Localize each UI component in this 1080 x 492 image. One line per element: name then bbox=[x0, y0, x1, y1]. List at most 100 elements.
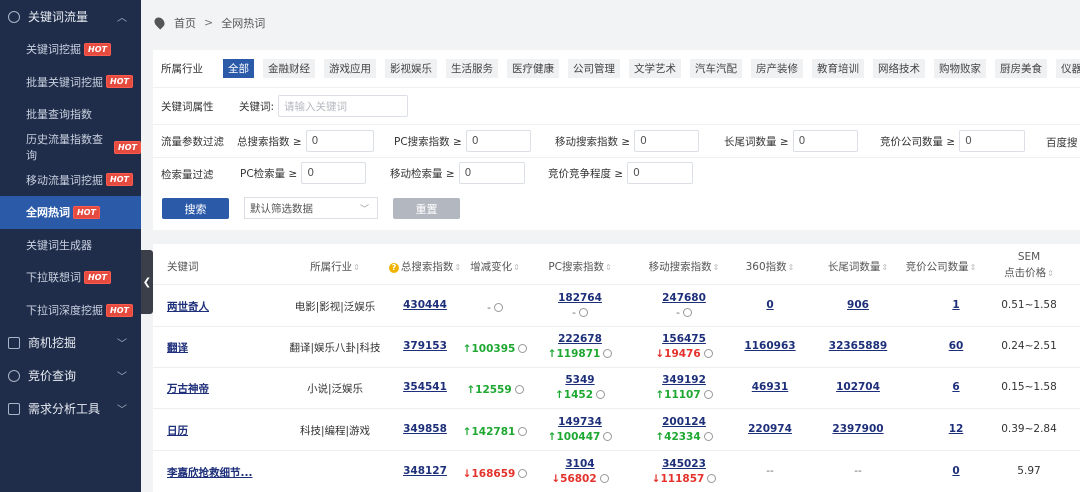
clock-icon[interactable] bbox=[493, 303, 503, 312]
index-360-link[interactable]: 220974 bbox=[748, 423, 792, 435]
sidebar-item[interactable]: 批量查询指数 bbox=[0, 98, 141, 131]
sort-icon[interactable]: ⇕ bbox=[788, 263, 795, 272]
sidebar-item[interactable]: 关键词生成器 bbox=[0, 229, 141, 262]
clock-icon[interactable] bbox=[703, 432, 713, 441]
industry-chip[interactable]: 公司管理 bbox=[568, 59, 620, 78]
industry-chip[interactable]: 购物败家 bbox=[934, 59, 986, 78]
keyword-link[interactable]: 翻译 bbox=[167, 340, 188, 355]
column-header[interactable]: SEM bbox=[999, 251, 1059, 263]
search-button[interactable]: 搜索 bbox=[162, 198, 229, 219]
mobile-index-link[interactable]: 345023 bbox=[662, 458, 706, 470]
mobile-index-link[interactable]: 200124 bbox=[662, 416, 706, 428]
clock-icon[interactable] bbox=[514, 385, 524, 394]
industry-chip[interactable]: 厨房美食 bbox=[995, 59, 1047, 78]
industry-chip[interactable]: 房产装修 bbox=[751, 59, 803, 78]
industry-chip[interactable]: 影视娱乐 bbox=[385, 59, 437, 78]
bid-degree-label: 竞价竞争程度 ≥ bbox=[548, 167, 624, 180]
keyword-input[interactable]: 请输入关键词 bbox=[278, 95, 409, 117]
longtail-input[interactable]: 0 bbox=[792, 130, 858, 152]
breadcrumb-home[interactable]: 首页 bbox=[174, 15, 196, 31]
industry-chip[interactable]: 金融财经 bbox=[263, 59, 315, 78]
longtail-link[interactable]: 32365889 bbox=[829, 340, 887, 352]
industry-chip[interactable]: 网络技术 bbox=[873, 59, 925, 78]
hot-badge: HOT bbox=[73, 205, 100, 219]
longtail-link[interactable]: 2397900 bbox=[832, 423, 883, 435]
table-cell: 149734 bbox=[525, 416, 635, 428]
sidebar-item[interactable]: 全网热词 HOT bbox=[0, 195, 141, 229]
bid-companies-link[interactable]: 60 bbox=[949, 340, 964, 352]
pc-index-link[interactable]: 3104 bbox=[565, 458, 594, 470]
clock-icon[interactable] bbox=[599, 474, 609, 483]
index-360-link[interactable]: 1160963 bbox=[744, 340, 795, 352]
sidebar-section-keyword-traffic[interactable]: 关键词流量 ︿ bbox=[0, 0, 141, 33]
industry-chip[interactable]: 文学艺术 bbox=[629, 59, 681, 78]
keyword-link[interactable]: 万古神帝 bbox=[167, 381, 209, 396]
sidebar-collapse-button[interactable]: ❮ bbox=[141, 250, 153, 314]
industry-chip[interactable]: 医疗健康 bbox=[507, 59, 559, 78]
sort-icon[interactable]: ⇕ bbox=[513, 263, 520, 272]
index-360-link[interactable]: 0 bbox=[766, 299, 773, 311]
pc-index-link[interactable]: 5349 bbox=[565, 374, 594, 386]
sort-icon[interactable]: ⇕ bbox=[353, 263, 360, 272]
industry-chip[interactable]: 全部 bbox=[223, 59, 254, 78]
clock-icon[interactable] bbox=[596, 390, 606, 399]
change-value: ↓111857 bbox=[652, 473, 717, 485]
clock-icon[interactable] bbox=[703, 390, 713, 399]
sort-icon[interactable]: ⇕ bbox=[605, 263, 612, 272]
bid-companies-input[interactable]: 0 bbox=[959, 130, 1026, 152]
industry-chip[interactable]: 教育培训 bbox=[812, 59, 864, 78]
industry-chip[interactable]: 仪器机械 bbox=[1056, 59, 1080, 78]
sem-price: 0.24~2.51 bbox=[1001, 340, 1057, 352]
longtail-link[interactable]: 102704 bbox=[836, 381, 880, 393]
keyword-link[interactable]: 两世奇人 bbox=[167, 299, 209, 314]
column-header[interactable]: 竞价公司数量⇕ bbox=[886, 259, 996, 274]
clock-icon[interactable] bbox=[603, 349, 613, 358]
pc-index-link[interactable]: 182764 bbox=[558, 292, 602, 304]
bid-companies-link[interactable]: 1 bbox=[952, 299, 959, 311]
keyword-link[interactable]: 日历 bbox=[167, 423, 188, 438]
pc-index-link[interactable]: 222678 bbox=[558, 333, 602, 345]
demand-icon bbox=[8, 402, 20, 415]
clock-icon[interactable] bbox=[578, 308, 588, 317]
filter-preset-select[interactable]: 默认筛选数据 ﹀ bbox=[244, 197, 378, 219]
industry-chip[interactable]: 汽车汽配 bbox=[690, 59, 742, 78]
sidebar-section-bidding[interactable]: 竞价查询 ﹀ bbox=[0, 359, 141, 392]
sort-icon[interactable]: ⇕ bbox=[1047, 269, 1054, 278]
column-header[interactable]: 点击价格⇕ bbox=[999, 265, 1059, 280]
mobile-index-input[interactable]: 0 bbox=[634, 130, 700, 152]
pc-volume-input[interactable]: 0 bbox=[301, 162, 367, 184]
industry-chip[interactable]: 生活服务 bbox=[446, 59, 498, 78]
clock-icon[interactable] bbox=[603, 432, 613, 441]
reset-button[interactable]: 重置 bbox=[393, 198, 460, 219]
sidebar-item[interactable]: 移动流量词挖掘 HOT bbox=[0, 163, 141, 196]
index-360-link[interactable]: 46931 bbox=[752, 381, 789, 393]
sidebar-item[interactable]: 下拉联想词 HOT bbox=[0, 261, 141, 294]
clock-icon[interactable] bbox=[703, 349, 713, 358]
mobile-index-link[interactable]: 349192 bbox=[662, 374, 706, 386]
sidebar-item[interactable]: 历史流量指数查询 HOT bbox=[0, 131, 141, 164]
sidebar-item[interactable]: 关键词挖掘 HOT bbox=[0, 33, 141, 66]
pc-index-input[interactable]: 0 bbox=[465, 130, 531, 152]
sort-icon[interactable]: ⇕ bbox=[970, 263, 977, 272]
sidebar-item[interactable]: 下拉词深度挖掘 HOT bbox=[0, 294, 141, 327]
bid-companies-link[interactable]: 6 bbox=[952, 381, 959, 393]
bid-companies-link[interactable]: 0 bbox=[952, 465, 959, 477]
mobile-index-link[interactable]: 156475 bbox=[662, 333, 706, 345]
table-row: 李嘉欣抢救细节... 348127 ↓168659 3104 ↓56802 345023 ↓… bbox=[153, 451, 1080, 492]
industry-chip[interactable]: 游戏应用 bbox=[324, 59, 376, 78]
clock-icon[interactable] bbox=[682, 308, 692, 317]
mobile-index-link[interactable]: 247680 bbox=[662, 292, 706, 304]
sidebar-section-demand[interactable]: 需求分析工具 ﹀ bbox=[0, 392, 141, 425]
total-index-input[interactable]: 0 bbox=[305, 130, 374, 152]
mobile-volume-input[interactable]: 0 bbox=[458, 162, 525, 184]
column-header[interactable]: PC搜索指数⇕ bbox=[525, 259, 635, 274]
pc-index-link[interactable]: 149734 bbox=[558, 416, 602, 428]
bid-companies-link[interactable]: 12 bbox=[949, 423, 964, 435]
bid-degree-input[interactable]: 0 bbox=[627, 162, 694, 184]
sidebar-item[interactable]: 批量关键词挖掘 HOT bbox=[0, 66, 141, 99]
keyword-link[interactable]: 李嘉欣抢救细节... bbox=[167, 465, 252, 480]
arrow-up-icon: ↑ bbox=[554, 389, 564, 401]
sidebar-section-business[interactable]: 商机挖掘 ﹀ bbox=[0, 326, 141, 359]
longtail-link[interactable]: 906 bbox=[847, 299, 869, 311]
help-icon[interactable]: ? bbox=[388, 263, 399, 273]
